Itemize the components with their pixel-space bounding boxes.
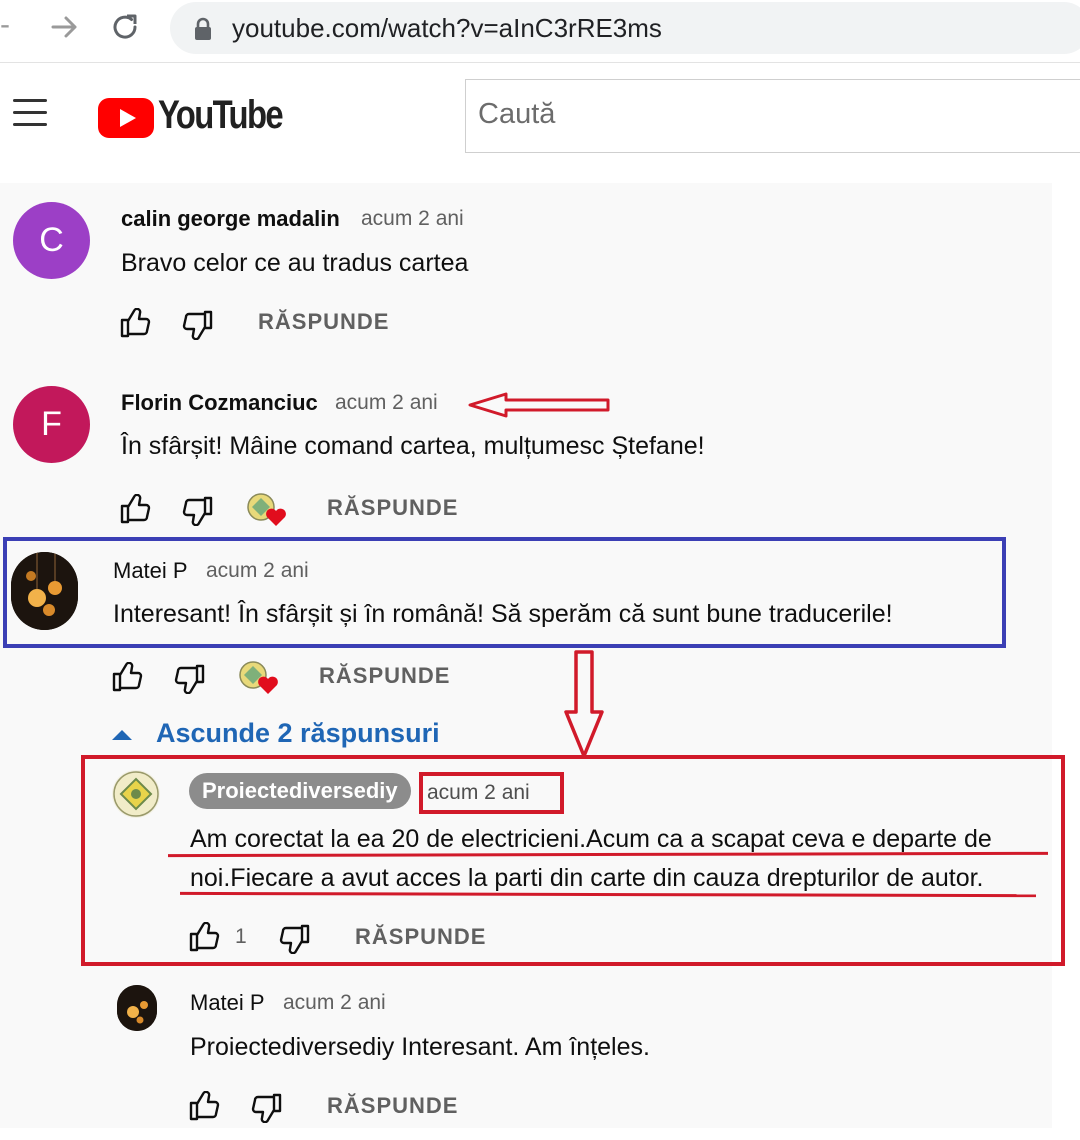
url-text[interactable]: youtube.com/watch?v=aInC3rRE3ms xyxy=(232,13,662,44)
reload-icon[interactable] xyxy=(108,10,142,49)
search-input[interactable] xyxy=(478,98,1038,131)
thumbs-down-icon[interactable] xyxy=(250,1093,282,1128)
thumbs-up-icon[interactable] xyxy=(120,493,152,529)
comment-text: Bravo celor ce au tradus cartea xyxy=(121,249,469,277)
avatar[interactable] xyxy=(117,985,157,1031)
lightbulbs-photo-icon xyxy=(117,985,157,1031)
chevron-up-icon xyxy=(112,730,132,740)
red-arrow-annotation xyxy=(468,392,613,423)
youtube-logo-icon[interactable] xyxy=(98,98,154,143)
hamburger-menu-icon[interactable] xyxy=(0,93,60,133)
channel-owner-badge[interactable]: Proiectediversediy xyxy=(189,773,411,809)
lock-icon[interactable] xyxy=(194,17,212,46)
red-down-arrow-annotation xyxy=(562,650,606,765)
comment-author[interactable]: calin george madalin xyxy=(121,206,340,232)
lightbulbs-photo-icon xyxy=(11,552,78,630)
creator-heart-icon xyxy=(238,660,282,703)
avatar-letter: F xyxy=(41,405,62,443)
comment-time[interactable]: acum 2 ani xyxy=(361,207,464,231)
thumbs-down-icon[interactable] xyxy=(173,664,205,699)
comment-time[interactable]: acum 2 ani xyxy=(427,781,530,805)
avatar[interactable]: C xyxy=(13,202,90,279)
thumbs-down-icon[interactable] xyxy=(181,496,213,531)
hide-replies-button[interactable]: Ascunde 2 răspunsuri xyxy=(108,716,448,756)
like-count: 1 xyxy=(235,925,247,948)
comments-section xyxy=(0,183,1052,1128)
avatar[interactable]: F xyxy=(13,386,90,463)
reply-button[interactable]: RĂSPUNDE xyxy=(355,924,486,950)
avatar[interactable] xyxy=(112,770,160,818)
thumbs-up-icon[interactable] xyxy=(189,1090,221,1126)
comment-time[interactable]: acum 2 ani xyxy=(206,559,309,583)
reply-button[interactable]: RĂSPUNDE xyxy=(327,1093,458,1119)
comment-author[interactable]: Matei P xyxy=(190,990,265,1016)
thumbs-down-icon[interactable] xyxy=(181,310,213,345)
hide-replies-label: Ascunde 2 răspunsuri xyxy=(156,718,440,748)
comment-text: Proiectediversediy Interesant. Am înțele… xyxy=(190,1033,650,1061)
comment-text-line: noi.Fiecare a avut acces la parti din ca… xyxy=(190,864,984,892)
search-box[interactable] xyxy=(465,79,1080,153)
forward-arrow-icon[interactable] xyxy=(50,12,80,47)
reply-button[interactable]: RĂSPUNDE xyxy=(327,495,458,521)
creator-heart-icon xyxy=(246,492,290,535)
youtube-logo-text[interactable]: YouTube xyxy=(158,93,284,138)
comment-text-line: Am corectat la ea 20 de electricieni.Acu… xyxy=(190,825,992,853)
comment-text: În sfârșit! Mâine comand cartea, mulțume… xyxy=(121,432,705,460)
thumbs-up-icon[interactable] xyxy=(120,307,152,343)
reply-button[interactable]: RĂSPUNDE xyxy=(319,663,450,689)
comment-time[interactable]: acum 2 ani xyxy=(335,391,438,415)
comment-time[interactable]: acum 2 ani xyxy=(283,991,386,1015)
comment-author[interactable]: Matei P xyxy=(113,558,188,584)
browser-toolbar: - youtube.com/watch?v=aInC3rRE3ms xyxy=(0,0,1080,63)
comment-text: Interesant! În sfârșit și în română! Să … xyxy=(113,600,893,628)
back-arrow-icon[interactable]: - xyxy=(0,10,10,40)
avatar-letter: C xyxy=(39,221,64,259)
channel-logo-icon xyxy=(113,771,159,817)
thumbs-up-icon[interactable] xyxy=(112,661,144,697)
comment-author[interactable]: Florin Cozmanciuc xyxy=(121,390,318,416)
avatar[interactable] xyxy=(11,552,78,630)
blue-highlight-frame xyxy=(3,537,1006,648)
thumbs-down-icon[interactable] xyxy=(278,924,310,959)
thumbs-up-icon[interactable] xyxy=(189,921,221,957)
reply-button[interactable]: RĂSPUNDE xyxy=(258,309,389,335)
